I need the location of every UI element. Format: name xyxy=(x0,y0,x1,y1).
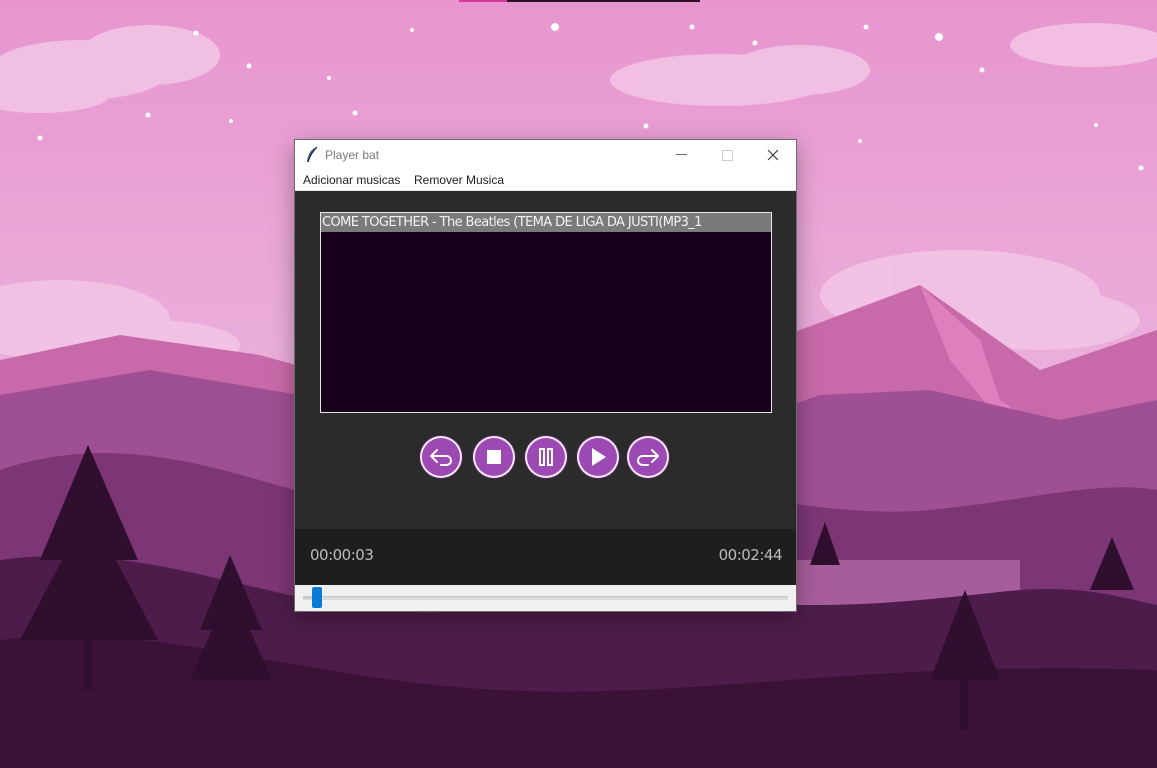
playlist-box[interactable]: COME TOGETHER - The Beatles (TEMA DE LIG… xyxy=(320,212,772,413)
close-icon xyxy=(767,149,779,161)
maximize-button[interactable] xyxy=(704,140,750,170)
previous-button[interactable] xyxy=(420,436,462,478)
feather-icon xyxy=(305,146,319,164)
playlist-item-selected[interactable]: COME TOGETHER - The Beatles (TEMA DE LIG… xyxy=(321,213,771,232)
seek-progress xyxy=(303,596,312,599)
pause-icon xyxy=(539,448,553,466)
stop-button[interactable] xyxy=(473,436,515,478)
next-button[interactable] xyxy=(627,436,669,478)
time-bar: 00:00:03 00:02:44 xyxy=(295,529,796,585)
stop-icon xyxy=(487,450,501,464)
seek-thumb[interactable] xyxy=(311,587,322,608)
play-icon xyxy=(592,448,606,466)
menu-bar: Adicionar musicas Remover Musica xyxy=(295,170,796,191)
pause-button[interactable] xyxy=(525,436,567,478)
seek-slider[interactable] xyxy=(295,585,796,611)
next-arrow-icon xyxy=(636,449,659,466)
taskbar-edge-highlight xyxy=(459,0,507,2)
window-title: Player bat xyxy=(325,148,380,162)
close-button[interactable] xyxy=(750,140,796,170)
total-time: 00:02:44 xyxy=(718,546,783,564)
player-window: Player bat Adicionar musicas Remover Mus… xyxy=(295,140,796,611)
minimize-button[interactable] xyxy=(658,140,704,170)
playlist-item-title: COME TOGETHER - The Beatles (TEMA DE LIG… xyxy=(322,215,702,230)
menu-add-music[interactable]: Adicionar musicas xyxy=(303,173,400,187)
elapsed-time: 00:00:03 xyxy=(310,546,374,564)
previous-arrow-icon xyxy=(430,449,453,466)
seek-track xyxy=(303,596,788,600)
title-bar[interactable]: Player bat xyxy=(295,140,796,170)
maximize-icon xyxy=(721,149,733,161)
menu-remove-music[interactable]: Remover Musica xyxy=(414,173,504,187)
minimize-icon xyxy=(675,154,687,155)
play-button[interactable] xyxy=(577,436,619,478)
taskbar-edge-dark xyxy=(507,0,700,2)
